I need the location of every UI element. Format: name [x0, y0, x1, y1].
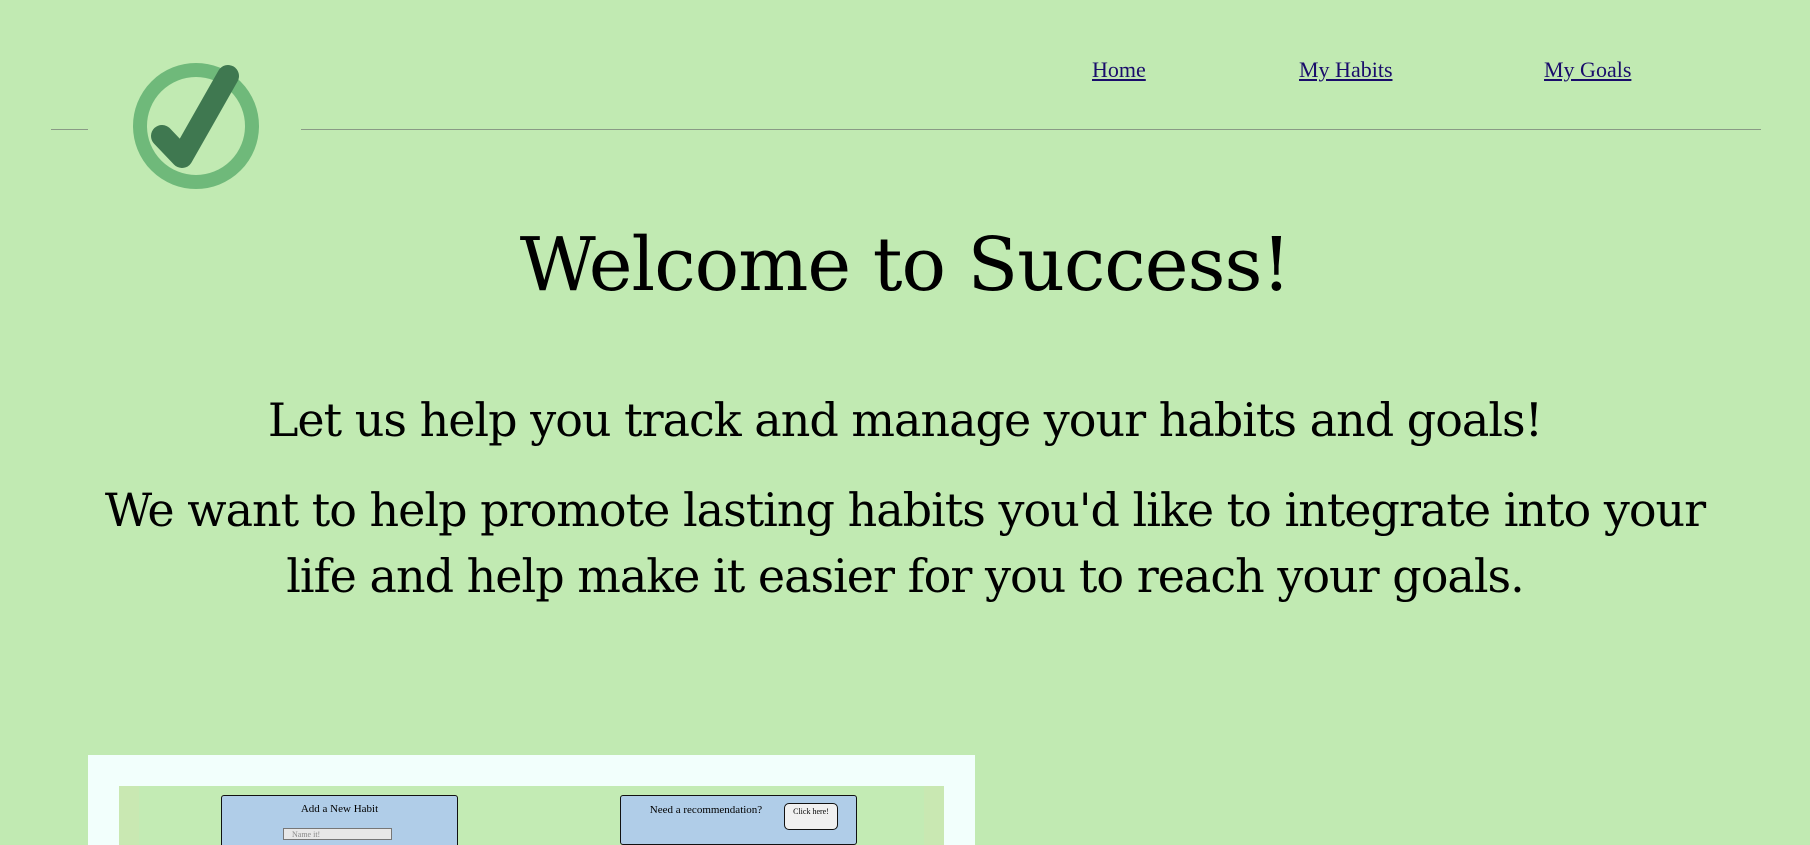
app-preview-image: Add a New Habit Name it! Need a recommen…: [88, 755, 975, 845]
preview-recommendation-card: Need a recommendation? Click here!: [620, 795, 857, 845]
header-divider-right: [301, 129, 1761, 130]
nav-link-my-goals[interactable]: My Goals: [1544, 57, 1631, 83]
page-subtitle: Let us help you track and manage your ha…: [267, 393, 1543, 447]
preview-add-habit-card: Add a New Habit Name it!: [221, 795, 458, 845]
nav-link-my-habits[interactable]: My Habits: [1299, 57, 1393, 83]
header-divider-left: [51, 129, 88, 130]
preview-click-here-button: Click here!: [784, 803, 838, 830]
checkmark-circle-icon[interactable]: [127, 58, 265, 194]
preview-name-input: Name it!: [283, 828, 392, 840]
app-preview-content: Add a New Habit Name it! Need a recommen…: [119, 786, 944, 845]
page: Home My Habits My Goals Welcome to Succe…: [0, 0, 1810, 845]
intro-paragraph: We want to help promote lasting habits y…: [104, 483, 1706, 603]
nav-link-home[interactable]: Home: [1092, 57, 1146, 83]
preview-recommendation-text: Need a recommendation?: [649, 804, 763, 816]
preview-add-habit-title: Add a New Habit: [300, 803, 379, 815]
page-title: Welcome to Success!: [519, 222, 1292, 308]
